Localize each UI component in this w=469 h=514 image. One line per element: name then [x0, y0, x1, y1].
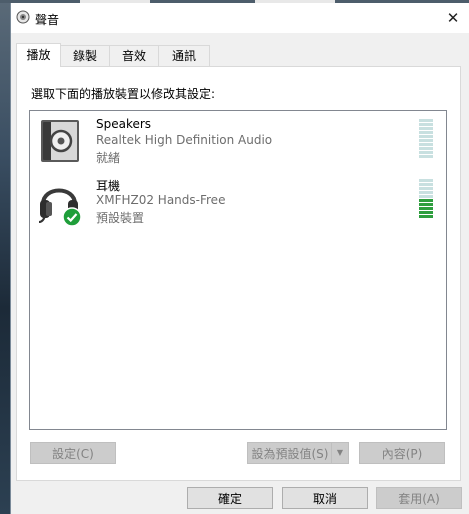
meter-segment — [419, 183, 433, 186]
meter-segment — [419, 131, 433, 134]
device-list[interactable]: Speakers Realtek High Definition Audio 就… — [29, 110, 447, 430]
device-description: Realtek High Definition Audio — [96, 133, 273, 147]
device-item-speakers[interactable]: Speakers Realtek High Definition Audio 就… — [30, 113, 444, 171]
device-item-headphones[interactable]: 耳機 XMFHZ02 Hands-Free 預設裝置 — [30, 173, 444, 231]
set-default-label: 設為預設值(S) — [251, 447, 329, 461]
cancel-button[interactable]: 取消 — [282, 487, 368, 509]
close-icon: ✕ — [446, 9, 460, 27]
window-title: 聲音 — [35, 13, 60, 27]
desktop-background — [0, 0, 10, 514]
meter-segment — [419, 123, 433, 126]
meter-segment — [419, 203, 433, 206]
meter-segment — [419, 127, 433, 130]
tab-sounds[interactable]: 音效 — [109, 45, 159, 66]
configure-button[interactable]: 設定(C) — [30, 442, 116, 464]
meter-segment — [419, 147, 433, 150]
set-default-button[interactable]: 設為預設值(S) ▼ — [247, 442, 349, 464]
instruction-text: 選取下面的播放裝置以修改其設定: — [31, 87, 216, 101]
meter-segment — [419, 139, 433, 142]
device-name: 耳機 — [96, 179, 121, 193]
device-name: Speakers — [96, 117, 152, 131]
apply-button[interactable]: 套用(A) — [376, 487, 462, 509]
meter-segment — [419, 143, 433, 146]
meter-segment — [419, 151, 433, 154]
tab-playback[interactable]: 播放 — [16, 43, 61, 67]
device-description: XMFHZ02 Hands-Free — [96, 193, 226, 207]
volume-meter — [419, 119, 433, 159]
close-button[interactable]: ✕ — [440, 5, 466, 31]
meter-segment — [419, 155, 433, 158]
properties-button[interactable]: 內容(P) — [359, 442, 445, 464]
chevron-down-icon[interactable]: ▼ — [331, 443, 348, 463]
default-check-icon — [62, 207, 82, 227]
tab-communications[interactable]: 通訊 — [158, 45, 210, 66]
meter-segment — [419, 179, 433, 182]
meter-segment — [419, 119, 433, 122]
meter-segment — [419, 199, 433, 202]
volume-meter — [419, 179, 433, 219]
ok-button[interactable]: 確定 — [187, 487, 273, 509]
meter-segment — [419, 195, 433, 198]
speaker-icon — [41, 120, 79, 162]
sound-app-icon — [16, 10, 30, 24]
meter-segment — [419, 191, 433, 194]
meter-segment — [419, 211, 433, 214]
meter-segment — [419, 215, 433, 218]
title-bar: 聲音 ✕ — [11, 3, 469, 33]
device-status: 預設裝置 — [96, 211, 145, 225]
sound-dialog: 聲音 ✕ 播放 錄製 音效 通訊 選取下面的播放裝置以修改其設定: Speake… — [10, 3, 469, 514]
device-status: 就緒 — [96, 151, 121, 165]
tab-recording[interactable]: 錄製 — [60, 45, 110, 66]
meter-segment — [419, 135, 433, 138]
playback-panel: 選取下面的播放裝置以修改其設定: Speakers Realtek High D… — [16, 66, 461, 481]
meter-segment — [419, 207, 433, 210]
meter-segment — [419, 187, 433, 190]
